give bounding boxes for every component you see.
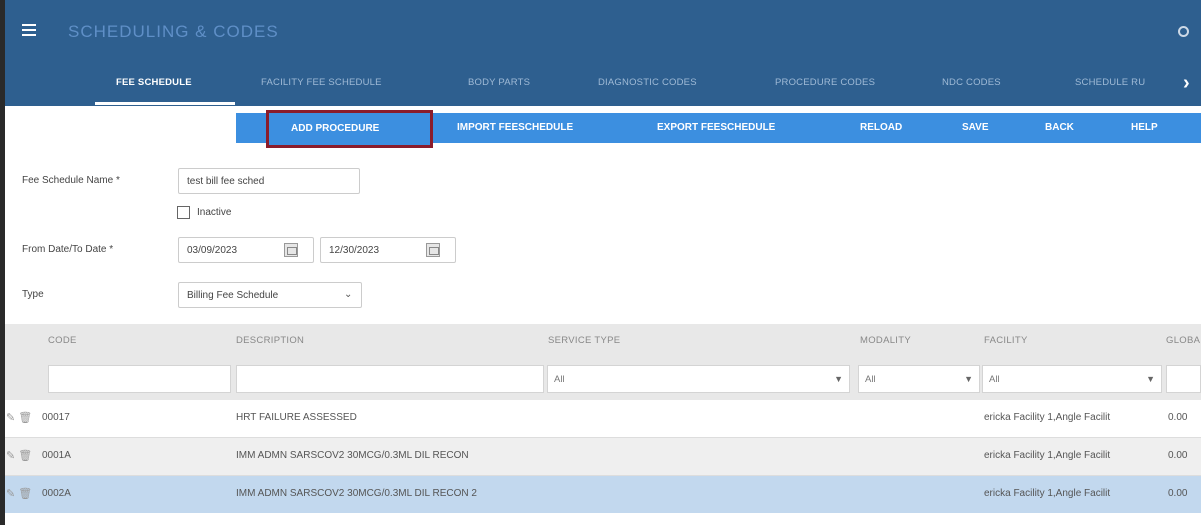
global-filter-input[interactable] <box>1166 365 1201 393</box>
tab-diagnostic-codes[interactable]: DIAGNOSTIC CODES <box>598 77 697 88</box>
row-code: 0001A <box>42 450 71 461</box>
tab-ndc-codes[interactable]: NDC CODES <box>942 77 1001 88</box>
table-row[interactable]: ✎ 🗑 0001A IMM ADMN SARSCOV2 30MCG/0.3ML … <box>0 438 1201 475</box>
row-global: 0.00 <box>1168 450 1188 461</box>
type-select[interactable]: Billing Fee Schedule <box>178 282 362 308</box>
settings-circle-icon[interactable] <box>1178 26 1189 37</box>
chevron-right-icon[interactable]: › <box>1183 72 1190 95</box>
fee-schedule-name-input[interactable]: test bill fee sched <box>178 168 360 194</box>
row-facility: ericka Facility 1,Angle Facilit <box>984 412 1111 423</box>
row-facility: ericka Facility 1,Angle Facilit <box>984 450 1111 461</box>
export-feeschedule-button[interactable]: EXPORT FEESCHEDULE <box>657 122 775 133</box>
table-row[interactable]: ✎ 🗑 00017 HRT FAILURE ASSESSED ericka Fa… <box>0 400 1201 437</box>
modality-filter-value: All <box>865 374 876 385</box>
import-feeschedule-button[interactable]: IMPORT FEESCHEDULE <box>457 122 573 133</box>
col-modality-header[interactable]: MODALITY <box>860 335 911 346</box>
chevron-down-icon: ⌄ <box>344 289 353 300</box>
row-global: 0.00 <box>1168 412 1188 423</box>
col-facility-header[interactable]: FACILITY <box>984 335 1028 346</box>
col-global-header[interactable]: GLOBAL <box>1166 335 1201 346</box>
add-procedure-button[interactable]: ADD PROCEDURE <box>266 110 433 148</box>
calendar-icon[interactable] <box>284 243 298 257</box>
grid-header: CODE DESCRIPTION SERVICE TYPE MODALITY F… <box>0 324 1201 358</box>
col-code-header[interactable]: CODE <box>48 335 77 346</box>
inactive-checkbox[interactable] <box>177 206 190 219</box>
reload-button[interactable]: RELOAD <box>860 122 902 133</box>
save-button[interactable]: SAVE <box>962 122 989 133</box>
type-label: Type <box>22 289 44 300</box>
edit-delete-icons[interactable]: ✎ 🗑 <box>6 487 32 500</box>
facility-filter-select[interactable]: All ▼ <box>982 365 1162 393</box>
row-description: IMM ADMN SARSCOV2 30MCG/0.3ML DIL RECON <box>236 450 469 461</box>
edit-delete-icons[interactable]: ✎ 🗑 <box>6 449 32 462</box>
back-button[interactable]: BACK <box>1045 122 1074 133</box>
fee-schedule-name-label: Fee Schedule Name * <box>22 175 120 186</box>
tab-body-parts[interactable]: BODY PARTS <box>468 77 530 88</box>
service-type-filter-value: All <box>554 374 565 385</box>
window-edge <box>0 0 5 525</box>
active-tab-indicator <box>95 102 235 105</box>
add-procedure-label: ADD PROCEDURE <box>291 123 380 134</box>
modality-filter-select[interactable]: All ▼ <box>858 365 980 393</box>
col-service-type-header[interactable]: SERVICE TYPE <box>548 335 620 346</box>
row-facility: ericka Facility 1,Angle Facilit <box>984 488 1111 499</box>
dropdown-arrow-icon: ▼ <box>964 374 973 384</box>
hamburger-menu-icon[interactable] <box>22 24 36 36</box>
row-code: 00017 <box>42 412 70 423</box>
tab-fee-schedule[interactable]: FEE SCHEDULE <box>116 77 192 88</box>
app-title: SCHEDULING & CODES <box>68 22 279 41</box>
code-filter-input[interactable] <box>48 365 231 393</box>
dropdown-arrow-icon: ▼ <box>834 374 843 384</box>
row-description: HRT FAILURE ASSESSED <box>236 412 357 423</box>
grid-filter-row: All ▼ All ▼ All ▼ <box>0 358 1201 400</box>
facility-filter-value: All <box>989 374 1000 385</box>
tab-procedure-codes[interactable]: PROCEDURE CODES <box>775 77 875 88</box>
tab-facility-fee-schedule[interactable]: FACILITY FEE SCHEDULE <box>261 77 382 88</box>
row-global: 0.00 <box>1168 488 1188 499</box>
help-button[interactable]: HELP <box>1131 122 1158 133</box>
date-range-label: From Date/To Date * <box>22 244 114 255</box>
table-row-selected[interactable]: ✎ 🗑 0002A IMM ADMN SARSCOV2 30MCG/0.3ML … <box>0 476 1201 513</box>
calendar-icon[interactable] <box>426 243 440 257</box>
inactive-label: Inactive <box>197 207 232 218</box>
description-filter-input[interactable] <box>236 365 544 393</box>
dropdown-arrow-icon: ▼ <box>1146 374 1155 384</box>
tab-schedule-rules[interactable]: SCHEDULE RU <box>1075 77 1145 88</box>
col-description-header[interactable]: DESCRIPTION <box>236 335 304 346</box>
edit-delete-icons[interactable]: ✎ 🗑 <box>6 411 32 424</box>
row-code: 0002A <box>42 488 71 499</box>
service-type-filter-select[interactable]: All ▼ <box>547 365 850 393</box>
row-description: IMM ADMN SARSCOV2 30MCG/0.3ML DIL RECON … <box>236 488 477 499</box>
